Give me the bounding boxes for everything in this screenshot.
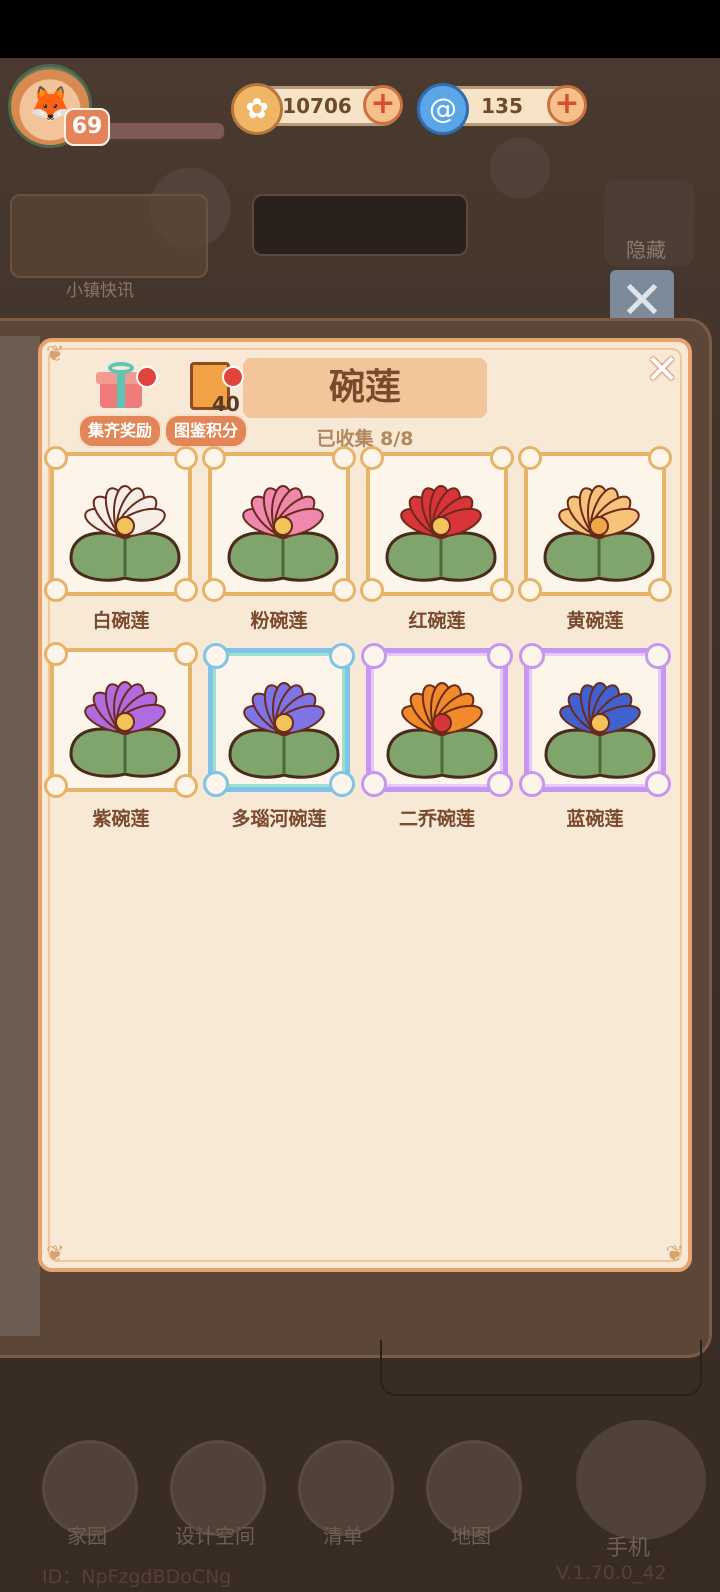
lotus-card[interactable] [202,446,356,602]
coin-counter: ✿ 10706 + [231,83,403,135]
lotus-flower-icon [386,682,498,779]
lotus-card[interactable] [361,643,513,797]
version-text: V.1.70.0_42 [556,1562,667,1584]
close-button[interactable]: ✕ [640,348,684,392]
hide-ui-label: 隐藏 [626,238,666,262]
town-news-card[interactable] [10,194,208,278]
status-bar [0,0,720,58]
lotus-card[interactable] [203,643,355,797]
level-badge: 69 [64,108,110,146]
lotus-flower-icon [228,682,340,779]
lotus-card[interactable] [44,642,198,798]
coin-icon: ✿ [231,83,283,135]
add-gems-button[interactable]: + [547,85,587,125]
lotus-flower-icon [544,682,656,779]
lotus-name: 黄碗莲 [566,610,624,632]
lotus-name: 蓝碗莲 [566,808,624,830]
codex-points-value: 40 [212,392,240,416]
coin-value: 10706 [282,94,352,118]
corner-ornament-icon: ❦ [46,1242,65,1267]
lotus-flower-icon [385,485,497,582]
lotus-name: 红碗莲 [408,610,466,632]
lotus-card[interactable] [360,446,514,602]
notification-dot [136,366,158,388]
xp-bar [98,121,226,141]
event-banner[interactable] [252,194,468,256]
lotus-name: 白碗莲 [92,610,150,632]
gem-counter: @ 135 + [417,83,587,135]
town-news-label: 小镇快讯 [66,281,134,301]
panel-title: 碗莲 [328,367,401,408]
lotus-name: 二乔碗莲 [398,808,475,830]
nav-design-label: 设计空间 [175,1524,255,1548]
lotus-card[interactable] [518,446,672,602]
lotus-flower-icon [69,485,181,582]
lotus-flower-icon [227,485,339,582]
notification-dot [222,366,244,388]
lotus-card[interactable] [44,446,198,602]
corner-ornament-icon: ❦ [46,342,65,367]
nav-home-label: 家园 [67,1524,107,1548]
phone-button[interactable] [576,1420,706,1540]
gem-value: 135 [481,94,523,118]
codex-points-button[interactable]: 图鉴积分 [164,414,249,448]
lotus-flower-icon [69,681,181,778]
player-id: ID：NpFzgdBDoCNg [42,1566,232,1588]
collect-reward-button[interactable]: 集齐奖励 [78,414,163,448]
lotus-name: 紫碗莲 [92,808,150,830]
speech-bubble-outline [380,1340,702,1396]
nav-list-label: 清单 [323,1524,363,1548]
lotus-name: 粉碗莲 [250,610,308,632]
swirl-icon: @ [417,83,469,135]
nav-map-label: 地图 [451,1524,491,1548]
lotus-flower-icon [543,485,655,582]
corner-ornament-icon: ❦ [665,1242,684,1267]
add-coins-button[interactable]: + [363,85,403,125]
lotus-name: 多瑙河碗莲 [231,808,327,830]
book-left-page [0,336,40,1336]
lotus-card[interactable] [519,643,671,797]
phone-label: 手机 [606,1536,651,1561]
